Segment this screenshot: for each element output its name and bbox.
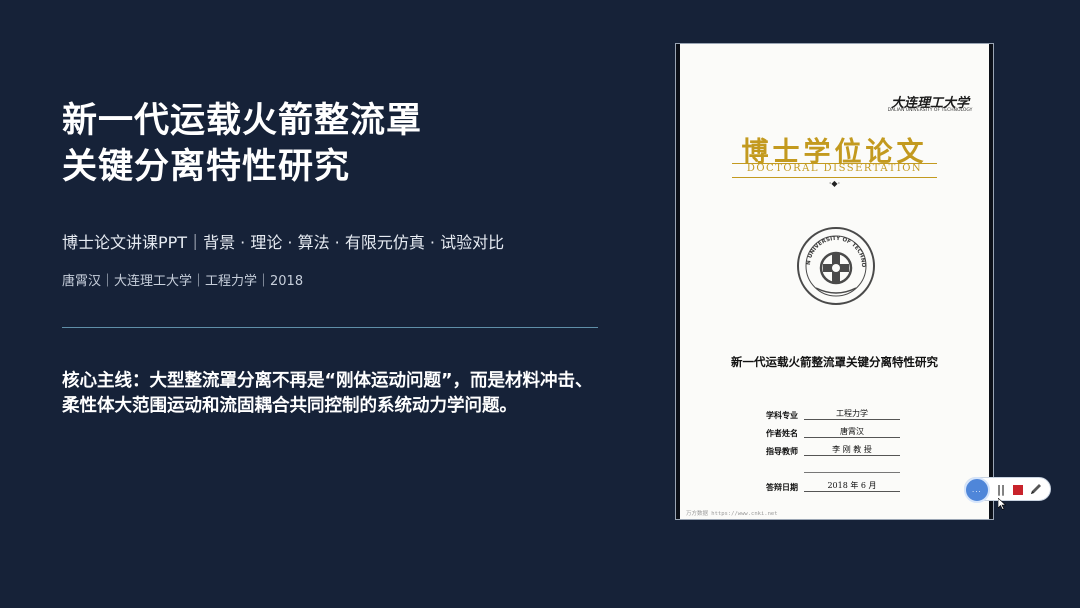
degree-title-en: DOCTORAL DISSERTATION [746,163,923,174]
recorder-handle-icon[interactable]: ··· [964,477,990,503]
slide: 新一代运载火箭整流罩 关键分离特性研究 博士论文讲课PPT｜背景 · 理论 · … [0,0,1080,608]
university-name-en: DALIAN UNIVERSITY OF TECHNOLOGY [887,108,973,113]
slide-title: 新一代运载火箭整流罩 关键分离特性研究 [62,98,582,190]
university-seal-icon: DALIAN UNIVERSITY OF TECHNOLOGY [796,226,875,305]
thesis-title: 新一代运载火箭整流罩关键分离特性研究 [731,355,938,369]
svg-text:DALIAN UNIVERSITY OF TECHNOLOG: DALIAN UNIVERSITY OF TECHNOLOGY [796,226,866,268]
seal-text: DALIAN UNIVERSITY OF TECHNOLOGY [796,226,866,268]
divider [62,327,598,328]
ornament-dots: ·◆· [828,179,841,188]
degree-rule-bottom [732,177,937,178]
pause-button[interactable]: || [997,483,1005,496]
thesis-cover-image: 大连理工大学 DALIAN UNIVERSITY OF TECHNOLOGY 博… [676,44,993,519]
slide-subtitle: 博士论文讲课PPT｜背景 · 理论 · 算法 · 有限元仿真 · 试验对比 [62,233,505,252]
pen-icon[interactable] [1029,482,1043,496]
info-row-major: 学科专业 工程力学 [766,409,966,424]
blank-underline [804,472,900,473]
title-line-1: 新一代运载火箭整流罩 [62,101,423,141]
core-message: 核心主线：大型整流罩分离不再是“刚体运动问题”，而是材料冲击、柔性体大范围运动和… [62,371,593,416]
info-row-advisor: 指导教师 李 刚 教 授 [766,445,966,460]
recorder-toolbar: ··· || [964,477,1051,503]
author-line: 唐霄汉｜大连理工大学｜工程力学｜2018 [62,274,304,289]
mouse-cursor-icon [998,498,1006,510]
cover-footer: 万方数据 https://www.cnki.net [686,511,778,517]
info-row-author: 作者姓名 唐霄汉 [766,427,966,442]
info-row-defense-date: 答辩日期 2018 年 6 月 [766,481,966,496]
title-line-2: 关键分离特性研究 [62,147,351,187]
stop-button[interactable] [1013,485,1023,495]
